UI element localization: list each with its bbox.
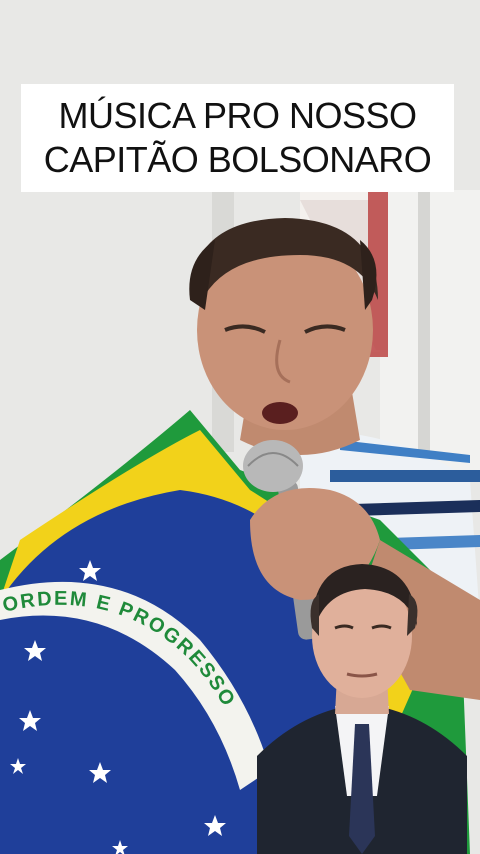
inset-portrait (257, 564, 467, 854)
caption-line-1: MÚSICA PRO NOSSO (58, 95, 417, 136)
caption-line-2: CAPITÃO BOLSONARO (43, 139, 432, 180)
door-frame-right (418, 192, 430, 462)
caption-box: MÚSICA PRO NOSSO CAPITÃO BOLSONARO (21, 84, 454, 192)
microphone-head (243, 440, 303, 492)
mouth (262, 402, 298, 424)
